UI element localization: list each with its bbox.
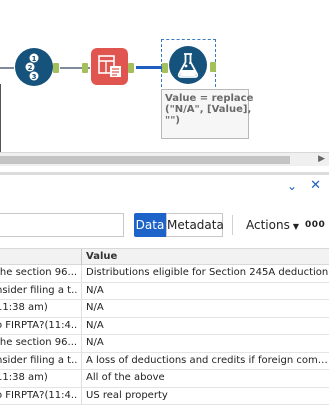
input-anchor[interactable] <box>162 63 168 73</box>
toolbar-divider <box>232 215 233 235</box>
metadata-toggle-button[interactable]: Metadata <box>166 213 223 237</box>
grid-header: Value <box>0 248 329 265</box>
cell-value: All of the above <box>86 370 329 386</box>
data-toggle-button[interactable]: Data <box>134 213 166 237</box>
table-row[interactable]: 11:38 am) N/A <box>0 300 329 318</box>
search-input[interactable] <box>0 213 124 237</box>
cell-value: N/A <box>86 283 329 299</box>
output-anchor[interactable] <box>128 63 134 73</box>
cell: 11:38 am) <box>0 370 78 386</box>
flask-icon <box>169 46 207 84</box>
svg-text:2: 2 <box>28 64 33 72</box>
workflow-canvas[interactable]: 1 2 3 Value = replace ("N <box>0 0 329 152</box>
multi-field-tool[interactable] <box>91 48 128 85</box>
close-icon[interactable]: ✕ <box>310 178 321 193</box>
scrollbar-thumb[interactable] <box>0 156 290 164</box>
cell-value: N/A <box>86 300 329 316</box>
cell: nsider filing a t... <box>0 283 78 299</box>
cell-value: N/A <box>86 335 329 351</box>
numbered-list-icon: 1 2 3 <box>15 48 53 86</box>
record-id-tool[interactable]: 1 2 3 <box>15 48 53 86</box>
input-anchor[interactable] <box>82 63 88 73</box>
cell-value: A loss of deductions and credits if fore… <box>86 353 329 369</box>
connection-line-selected[interactable] <box>136 66 164 69</box>
table-row[interactable]: o FIRPTA?(11:4... N/A <box>0 318 329 336</box>
table-row[interactable]: the section 96... Distributions eligible … <box>0 265 329 283</box>
more-options-button[interactable]: 000 <box>305 215 325 235</box>
connection-line <box>0 67 14 69</box>
cell-value: US real property <box>86 388 329 404</box>
table-row[interactable]: o FIRPTA?(11:4... US real property <box>0 388 329 405</box>
cell-value: Distributions eligible for Section 245A … <box>86 265 329 281</box>
cell-value: N/A <box>86 318 329 334</box>
results-grid: the section 96... Distributions eligible … <box>0 265 329 405</box>
cell: o FIRPTA?(11:4... <box>0 318 78 334</box>
canvas-horizontal-scrollbar[interactable]: ▶ <box>0 152 329 167</box>
caret-down-icon: ▼ <box>293 222 299 231</box>
svg-text:3: 3 <box>32 73 37 81</box>
table-row[interactable]: the section 96... N/A <box>0 335 329 353</box>
formula-tool[interactable] <box>169 46 207 84</box>
chevron-down-icon[interactable]: ⌄ <box>287 179 297 193</box>
table-row[interactable]: nsider filing a t... A loss of deductions… <box>0 353 329 371</box>
cell: 11:38 am) <box>0 300 78 316</box>
table-row[interactable]: nsider filing a t... N/A <box>0 283 329 301</box>
results-panel: ⌄ ✕ Data Metadata Actions▼ 000 Value the… <box>0 175 329 400</box>
column-header-value[interactable]: Value <box>86 249 117 265</box>
cell: o FIRPTA?(11:4... <box>0 388 78 404</box>
cell: the section 96... <box>0 265 78 281</box>
tool-annotation: Value = replace ("N/A", [Value], "") <box>161 89 249 139</box>
scroll-right-arrow-icon[interactable]: ▶ <box>318 154 325 164</box>
column-divider[interactable] <box>81 249 82 265</box>
cell: the section 96... <box>0 335 78 351</box>
svg-text:1: 1 <box>32 55 37 63</box>
cell: nsider filing a t... <box>0 353 78 369</box>
table-formula-icon <box>91 48 128 85</box>
output-anchor[interactable] <box>53 63 59 73</box>
canvas-edge-line <box>0 84 1 152</box>
table-row[interactable]: 11:38 am) All of the above <box>0 370 329 388</box>
actions-dropdown[interactable]: Actions▼ <box>246 215 299 237</box>
output-anchor[interactable] <box>210 62 216 72</box>
